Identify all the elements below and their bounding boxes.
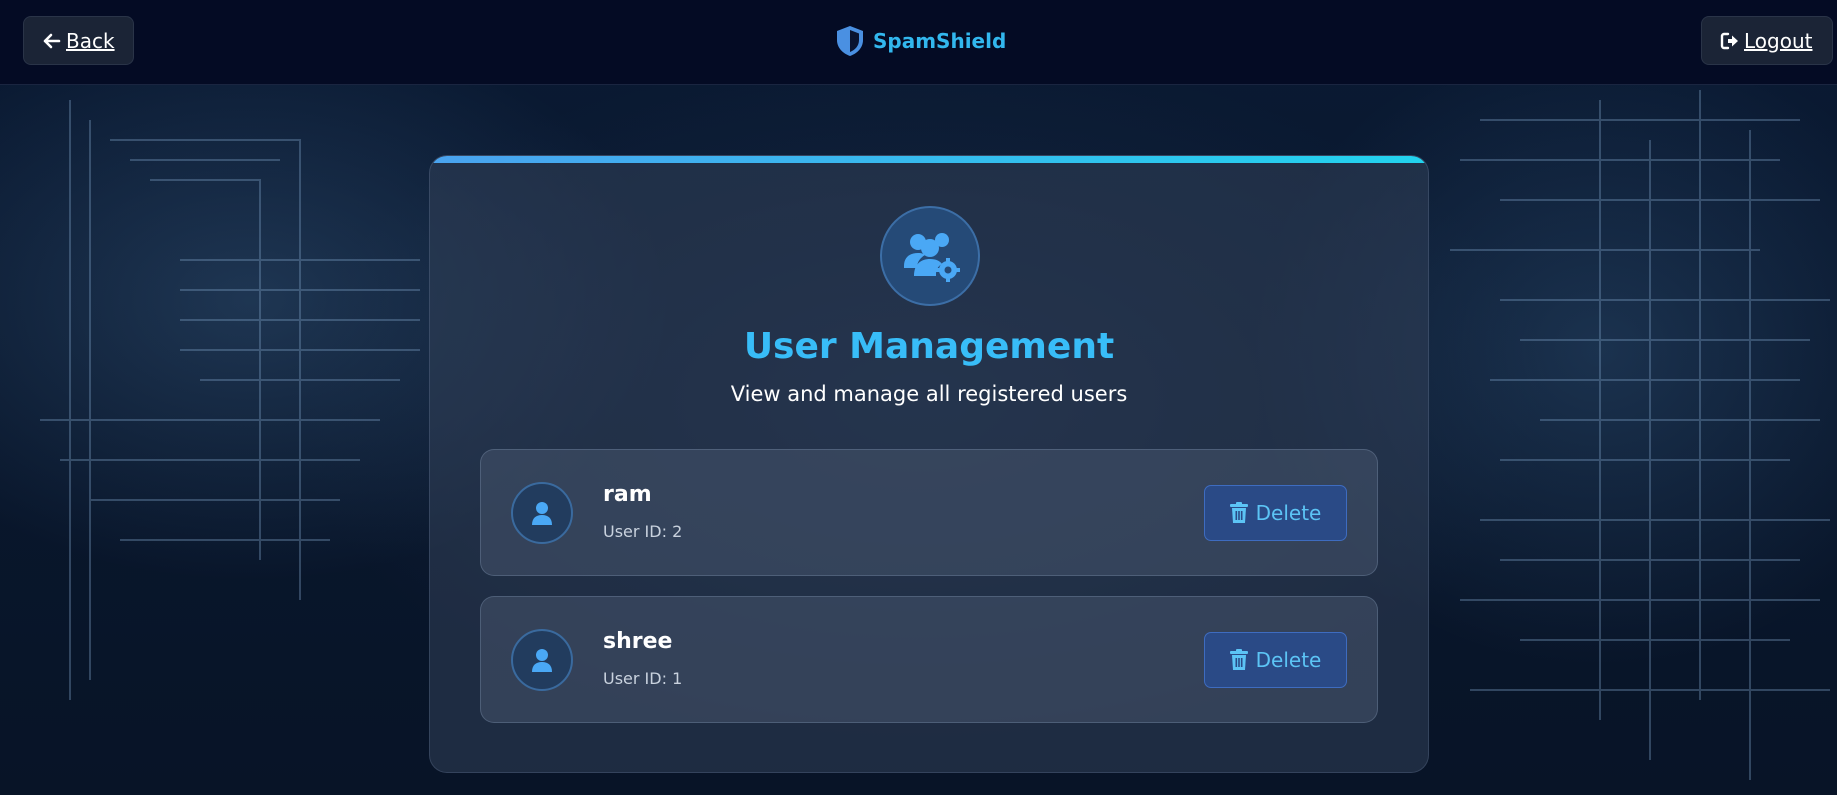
brand-logo: SpamShield [836, 24, 1006, 58]
users-gear-icon [880, 206, 980, 306]
page-title: User Management [743, 326, 1115, 367]
delete-user-button[interactable]: Delete [1204, 485, 1347, 541]
user-icon [511, 629, 573, 691]
back-button[interactable]: Back [23, 16, 134, 65]
arrow-left-icon [43, 33, 61, 48]
back-button-label: Back [66, 28, 115, 53]
logout-button-label: Logout [1744, 28, 1813, 53]
trash-icon [1229, 649, 1248, 670]
sign-out-icon [1720, 32, 1738, 49]
brand-name: SpamShield [873, 29, 1007, 53]
top-navbar: Back SpamShield Logout [0, 0, 1837, 85]
delete-user-button[interactable]: Delete [1204, 632, 1347, 688]
logout-button[interactable]: Logout [1701, 16, 1833, 65]
delete-button-label: Delete [1255, 501, 1322, 525]
user-id: User ID: 1 [603, 669, 683, 688]
user-icon [511, 482, 573, 544]
trash-icon [1229, 502, 1248, 523]
shield-icon [837, 26, 863, 56]
user-id: User ID: 2 [603, 522, 683, 541]
delete-button-label: Delete [1255, 648, 1322, 672]
user-management-card: User Management View and manage all regi… [429, 155, 1429, 773]
user-list-item: ram User ID: 2 Delete [480, 449, 1378, 576]
user-name: shree [603, 629, 673, 654]
card-accent-bar [430, 156, 1428, 163]
user-name: ram [603, 482, 652, 507]
page-subtitle: View and manage all registered users [730, 382, 1128, 406]
user-list-item: shree User ID: 1 Delete [480, 596, 1378, 723]
